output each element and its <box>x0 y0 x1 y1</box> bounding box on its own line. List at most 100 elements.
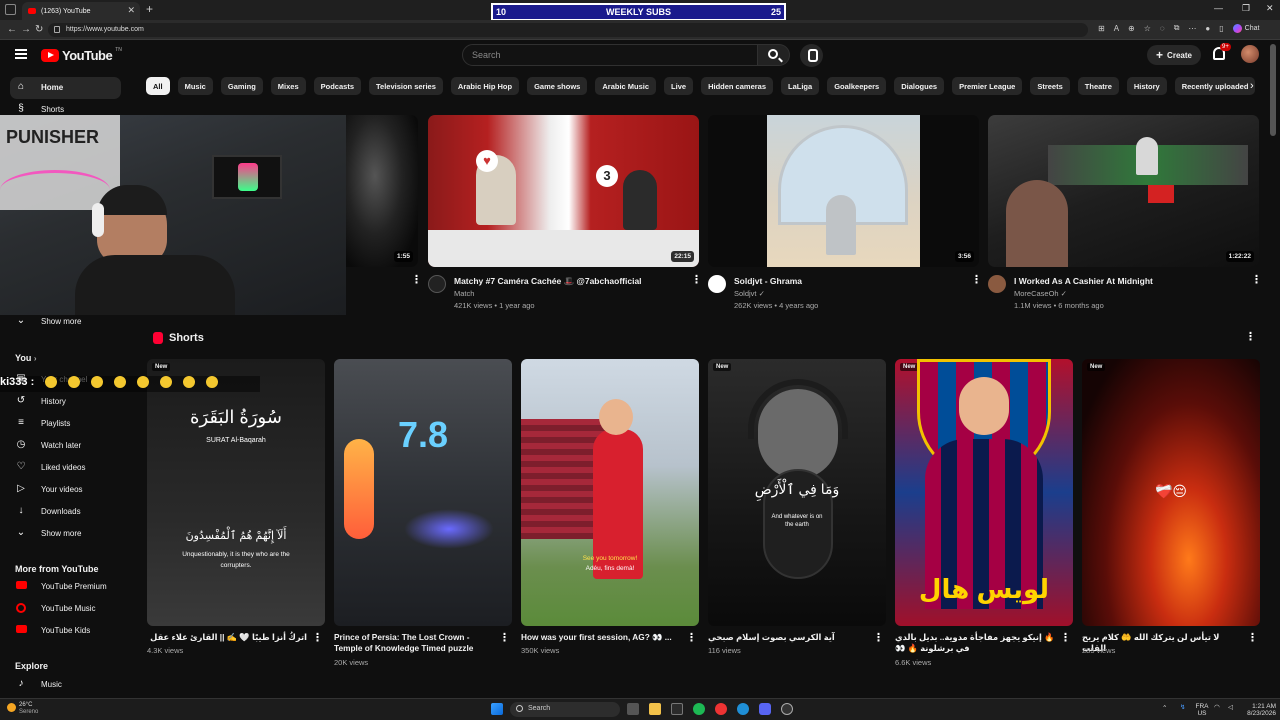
filter-chip[interactable]: Podcasts <box>313 77 361 95</box>
refresh-extension-icon[interactable]: ◌ <box>1160 24 1165 33</box>
short-title[interactable]: Prince of Persia: The Lost Crown - Templ… <box>334 632 494 654</box>
account-avatar[interactable] <box>1241 45 1259 63</box>
video-title[interactable]: I Worked As A Cashier At Midnight <box>1014 276 1153 286</box>
windows-start-icon[interactable] <box>491 703 503 715</box>
sidebar-item-music[interactable]: YouTube Music <box>0 598 125 620</box>
obs-icon[interactable] <box>781 703 793 715</box>
menu-icon[interactable] <box>15 49 27 59</box>
split-icon[interactable]: ▯ <box>1219 24 1223 33</box>
filter-chip[interactable]: Dialogues <box>894 77 945 95</box>
close-tab-icon[interactable]: ✕ <box>127 5 135 16</box>
short-title[interactable]: How was your first session, AG? 👀 ... <box>521 632 681 643</box>
channel-name[interactable]: Soldjvt ✓ <box>734 289 765 298</box>
create-button[interactable]: + Create <box>1147 45 1201 65</box>
sidebar-item-kids[interactable]: YouTube Kids <box>0 620 125 642</box>
voice-search-button[interactable] <box>800 44 823 67</box>
minimize-icon[interactable]: — <box>1214 3 1223 13</box>
more-options-icon[interactable]: ⋮ <box>1060 633 1071 648</box>
zoom-icon[interactable]: ⊕ <box>1128 24 1135 33</box>
short-thumbnail[interactable]: 7.8 <box>334 359 512 626</box>
tab-actions-icon[interactable] <box>5 4 16 15</box>
weather-widget[interactable]: 26°C Sereno <box>7 702 38 716</box>
filter-chip[interactable]: LaLiga <box>781 77 820 95</box>
new-tab-icon[interactable]: + <box>146 2 153 16</box>
more-options-icon[interactable]: ⋮ <box>691 275 702 290</box>
chevron-right-icon[interactable]: › <box>1250 80 1254 92</box>
discord-icon[interactable] <box>759 703 771 715</box>
filter-chip[interactable]: Streets <box>1030 77 1070 95</box>
filter-chip[interactable]: Music <box>177 77 213 95</box>
more-options-icon[interactable]: ⋮ <box>1247 633 1258 648</box>
filter-chip[interactable]: Arabic Hip Hop <box>450 77 520 95</box>
filter-chip[interactable]: Theatre <box>1077 77 1119 95</box>
more-options-icon[interactable]: ⋮ <box>873 633 884 648</box>
sidebar-item-home[interactable]: ⌂ Home <box>10 77 121 99</box>
wifi-icon[interactable]: ◠ <box>1214 704 1220 711</box>
clock[interactable]: 1:21 AM 8/23/2026 <box>1240 703 1276 717</box>
video-thumbnail[interactable]: 1:22:22 <box>988 115 1259 267</box>
profile-icon[interactable]: ● <box>1205 24 1210 33</box>
sidebar-item-liked-videos[interactable]: ♡ Liked videos <box>0 457 125 479</box>
more-options-icon[interactable]: ⋮ <box>686 633 697 648</box>
edge-icon[interactable] <box>737 703 749 715</box>
channel-avatar[interactable] <box>428 275 446 293</box>
channel-name[interactable]: Match <box>454 289 474 298</box>
sidebar-item-premium[interactable]: YouTube Premium <box>0 576 125 598</box>
forward-icon[interactable]: → <box>21 24 31 35</box>
video-thumbnail[interactable]: 3:56 <box>708 115 979 267</box>
channel-avatar[interactable] <box>988 275 1006 293</box>
short-thumbnail[interactable]: See you tomorrow! Adéu, fins demà! <box>521 359 699 626</box>
sidebar-you-heading[interactable]: You › <box>15 353 37 363</box>
more-options-icon[interactable]: ⋮ <box>312 633 323 648</box>
search-input[interactable]: Search <box>462 44 758 66</box>
back-icon[interactable]: ← <box>7 24 17 35</box>
channel-avatar[interactable] <box>708 275 726 293</box>
youtube-logo[interactable]: YouTube TN <box>41 47 122 63</box>
video-thumbnail[interactable]: 1:55 <box>346 115 418 267</box>
more-options-icon[interactable]: ⋮ <box>971 275 982 290</box>
filter-chip[interactable]: Hidden cameras <box>701 77 774 95</box>
filter-chip[interactable]: Television series <box>369 77 443 95</box>
reload-icon[interactable]: ↻ <box>35 24 43 35</box>
task-view-icon[interactable] <box>627 703 639 715</box>
sidebar-item-explore-music[interactable]: ♪ Music <box>0 674 125 696</box>
filter-chip[interactable]: Recently uploaded <box>1174 77 1256 95</box>
read-aloud-icon[interactable]: A <box>1114 24 1119 33</box>
short-thumbnail[interactable]: New وَمَا فِي ٱلْأَرْضِ And whatever is … <box>708 359 886 626</box>
filter-chip[interactable]: Live <box>664 77 694 95</box>
video-title[interactable]: Matchy #7 Caméra Cachée 🎩 @7abchaofficia… <box>454 276 642 287</box>
more-options-icon[interactable]: ⋮ <box>411 275 422 290</box>
maximize-icon[interactable]: ❐ <box>1242 3 1250 14</box>
short-thumbnail[interactable]: New ❤️‍🩹😔 <box>1082 359 1260 626</box>
chevron-up-icon[interactable]: ⌃ <box>1162 705 1167 712</box>
video-thumbnail[interactable]: ♥ 3 22:15 <box>428 115 699 267</box>
more-options-icon[interactable]: ⋮ <box>499 633 510 648</box>
short-title[interactable]: 🔥 إنيكو يجهز مفاجأة مدوية.. بديل بالدي ف… <box>895 632 1055 654</box>
collections-icon[interactable]: ⧉ <box>1174 23 1180 33</box>
video-title[interactable]: Soldjvt - Ghrama <box>734 276 802 286</box>
network-icon[interactable]: ↯ <box>1180 704 1185 711</box>
favorite-icon[interactable]: ☆ <box>1144 24 1151 33</box>
taskbar-search[interactable]: Search <box>510 702 620 717</box>
search-button[interactable] <box>758 44 790 66</box>
chrome-icon[interactable] <box>715 703 727 715</box>
app-icon[interactable] <box>671 703 683 715</box>
short-thumbnail[interactable]: New لويس هال <box>895 359 1073 626</box>
channel-name[interactable]: MoreCaseOh ✓ <box>1014 289 1067 298</box>
short-title[interactable]: آية الكرسي بصوت إسلام صبحي <box>708 632 868 643</box>
filter-chip[interactable]: Arabic Music <box>595 77 657 95</box>
url-field[interactable]: https://www.youtube.com <box>48 23 1088 37</box>
sidebar-item-your-videos[interactable]: ▷ Your videos <box>0 479 125 501</box>
short-thumbnail[interactable]: New سُورَةُ البَقَرَة SURAT Al-Baqarah أ… <box>147 359 325 626</box>
spotify-icon[interactable] <box>693 703 705 715</box>
more-icon[interactable]: ⋯ <box>1188 24 1196 33</box>
close-window-icon[interactable]: ✕ <box>1266 3 1274 14</box>
sidebar-item-history[interactable]: ↺ History <box>0 391 125 413</box>
sidebar-item-playlists[interactable]: ≡ Playlists <box>0 413 125 435</box>
short-title[interactable]: اتركُ أنزا طيبًا 🤍 ✍️ || القارئ علاء عقل <box>147 632 307 643</box>
app-icon[interactable]: ⊞ <box>1098 24 1105 33</box>
chat-button[interactable]: Chat <box>1232 23 1259 33</box>
more-options-icon[interactable]: ⋮ <box>1245 332 1256 347</box>
more-options-icon[interactable]: ⋮ <box>1251 275 1262 290</box>
sidebar-item-watch-later[interactable]: ◷ Watch later <box>0 435 125 457</box>
